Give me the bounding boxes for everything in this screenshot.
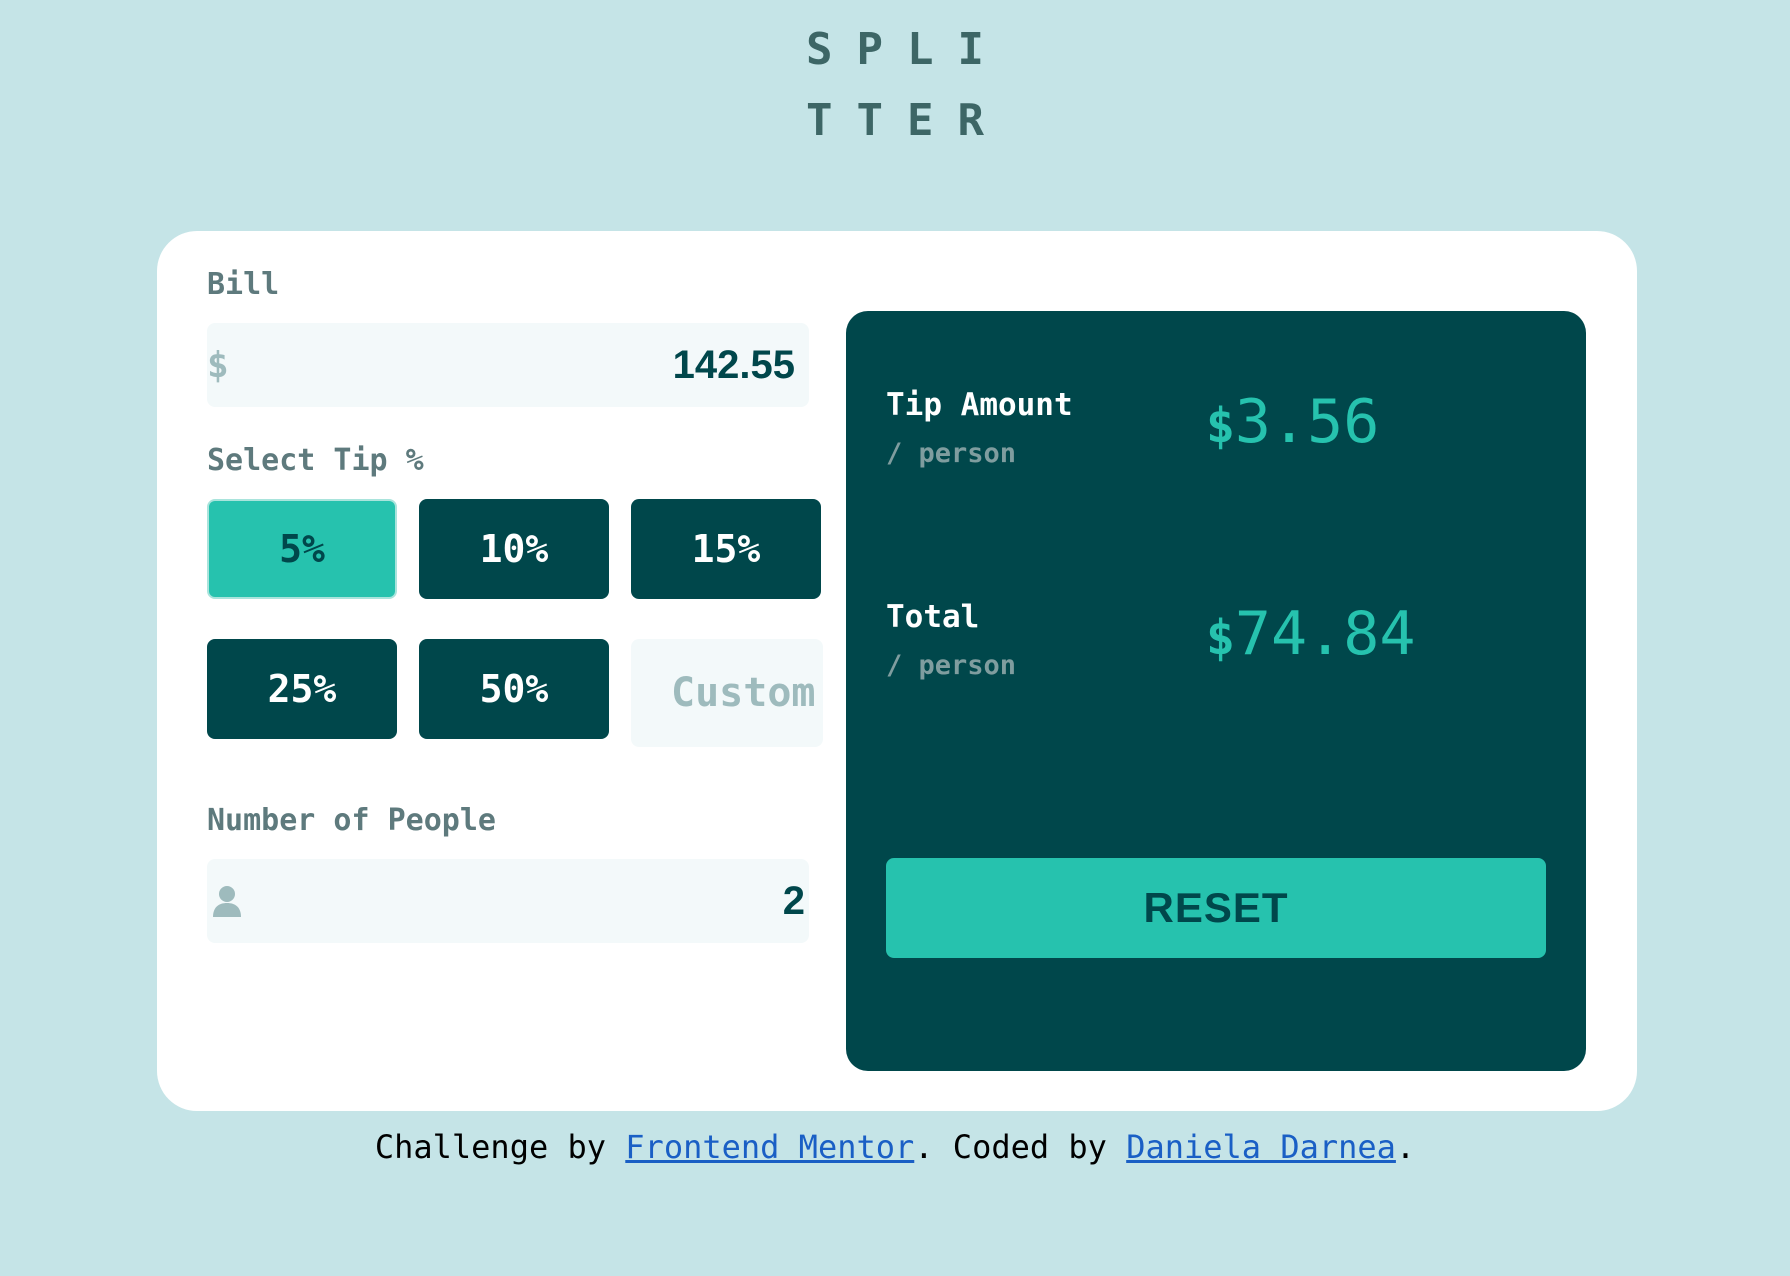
tip-amount-value: $3.56 <box>1206 387 1379 461</box>
total-value: $74.84 <box>1206 599 1416 673</box>
frontend-mentor-link[interactable]: Frontend Mentor <box>625 1128 914 1166</box>
total-sub: / person <box>886 650 1017 681</box>
bill-input[interactable]: $ 142.55 <box>207 323 809 407</box>
dollar-icon: $ <box>207 344 229 386</box>
tip-amount-number: 3.56 <box>1234 387 1380 457</box>
bill-input-value: 142.55 <box>672 342 795 387</box>
app-logo: SPLI TTER <box>0 14 1790 156</box>
people-input[interactable]: 2 <box>207 859 809 943</box>
author-link[interactable]: Daniela Darnea <box>1126 1128 1396 1166</box>
logo-line-2: TTER <box>806 95 1008 146</box>
select-tip-label: Select Tip % <box>207 443 424 478</box>
tip-button-10[interactable]: 10% <box>419 499 609 599</box>
tip-button-5[interactable]: 5% <box>207 499 397 599</box>
total-currency: $ <box>1206 610 1235 666</box>
tip-amount-label: Tip Amount <box>886 387 1073 423</box>
logo-line-1: SPLI <box>806 24 1008 75</box>
total-label: Total <box>886 599 980 635</box>
tip-amount-sub: / person <box>886 438 1017 469</box>
tip-button-15[interactable]: 15% <box>631 499 821 599</box>
footer-suffix: . <box>1395 1128 1416 1166</box>
tip-currency: $ <box>1206 398 1235 454</box>
tip-custom-input[interactable]: Custom <box>631 639 823 747</box>
person-icon <box>207 859 241 943</box>
tip-button-50[interactable]: 50% <box>419 639 609 739</box>
result-panel: Tip Amount / person $3.56 Total / person… <box>846 311 1586 1071</box>
total-number: 74.84 <box>1234 599 1416 669</box>
people-label: Number of People <box>207 803 496 838</box>
bill-label: Bill <box>207 267 280 302</box>
tip-button-25[interactable]: 25% <box>207 639 397 739</box>
footer-middle: . Coded by <box>914 1128 1127 1166</box>
people-input-value: 2 <box>782 878 805 923</box>
attribution-footer: Challenge by Frontend Mentor. Coded by D… <box>0 1127 1790 1167</box>
reset-button[interactable]: RESET <box>886 858 1546 958</box>
footer-prefix: Challenge by <box>374 1128 626 1166</box>
